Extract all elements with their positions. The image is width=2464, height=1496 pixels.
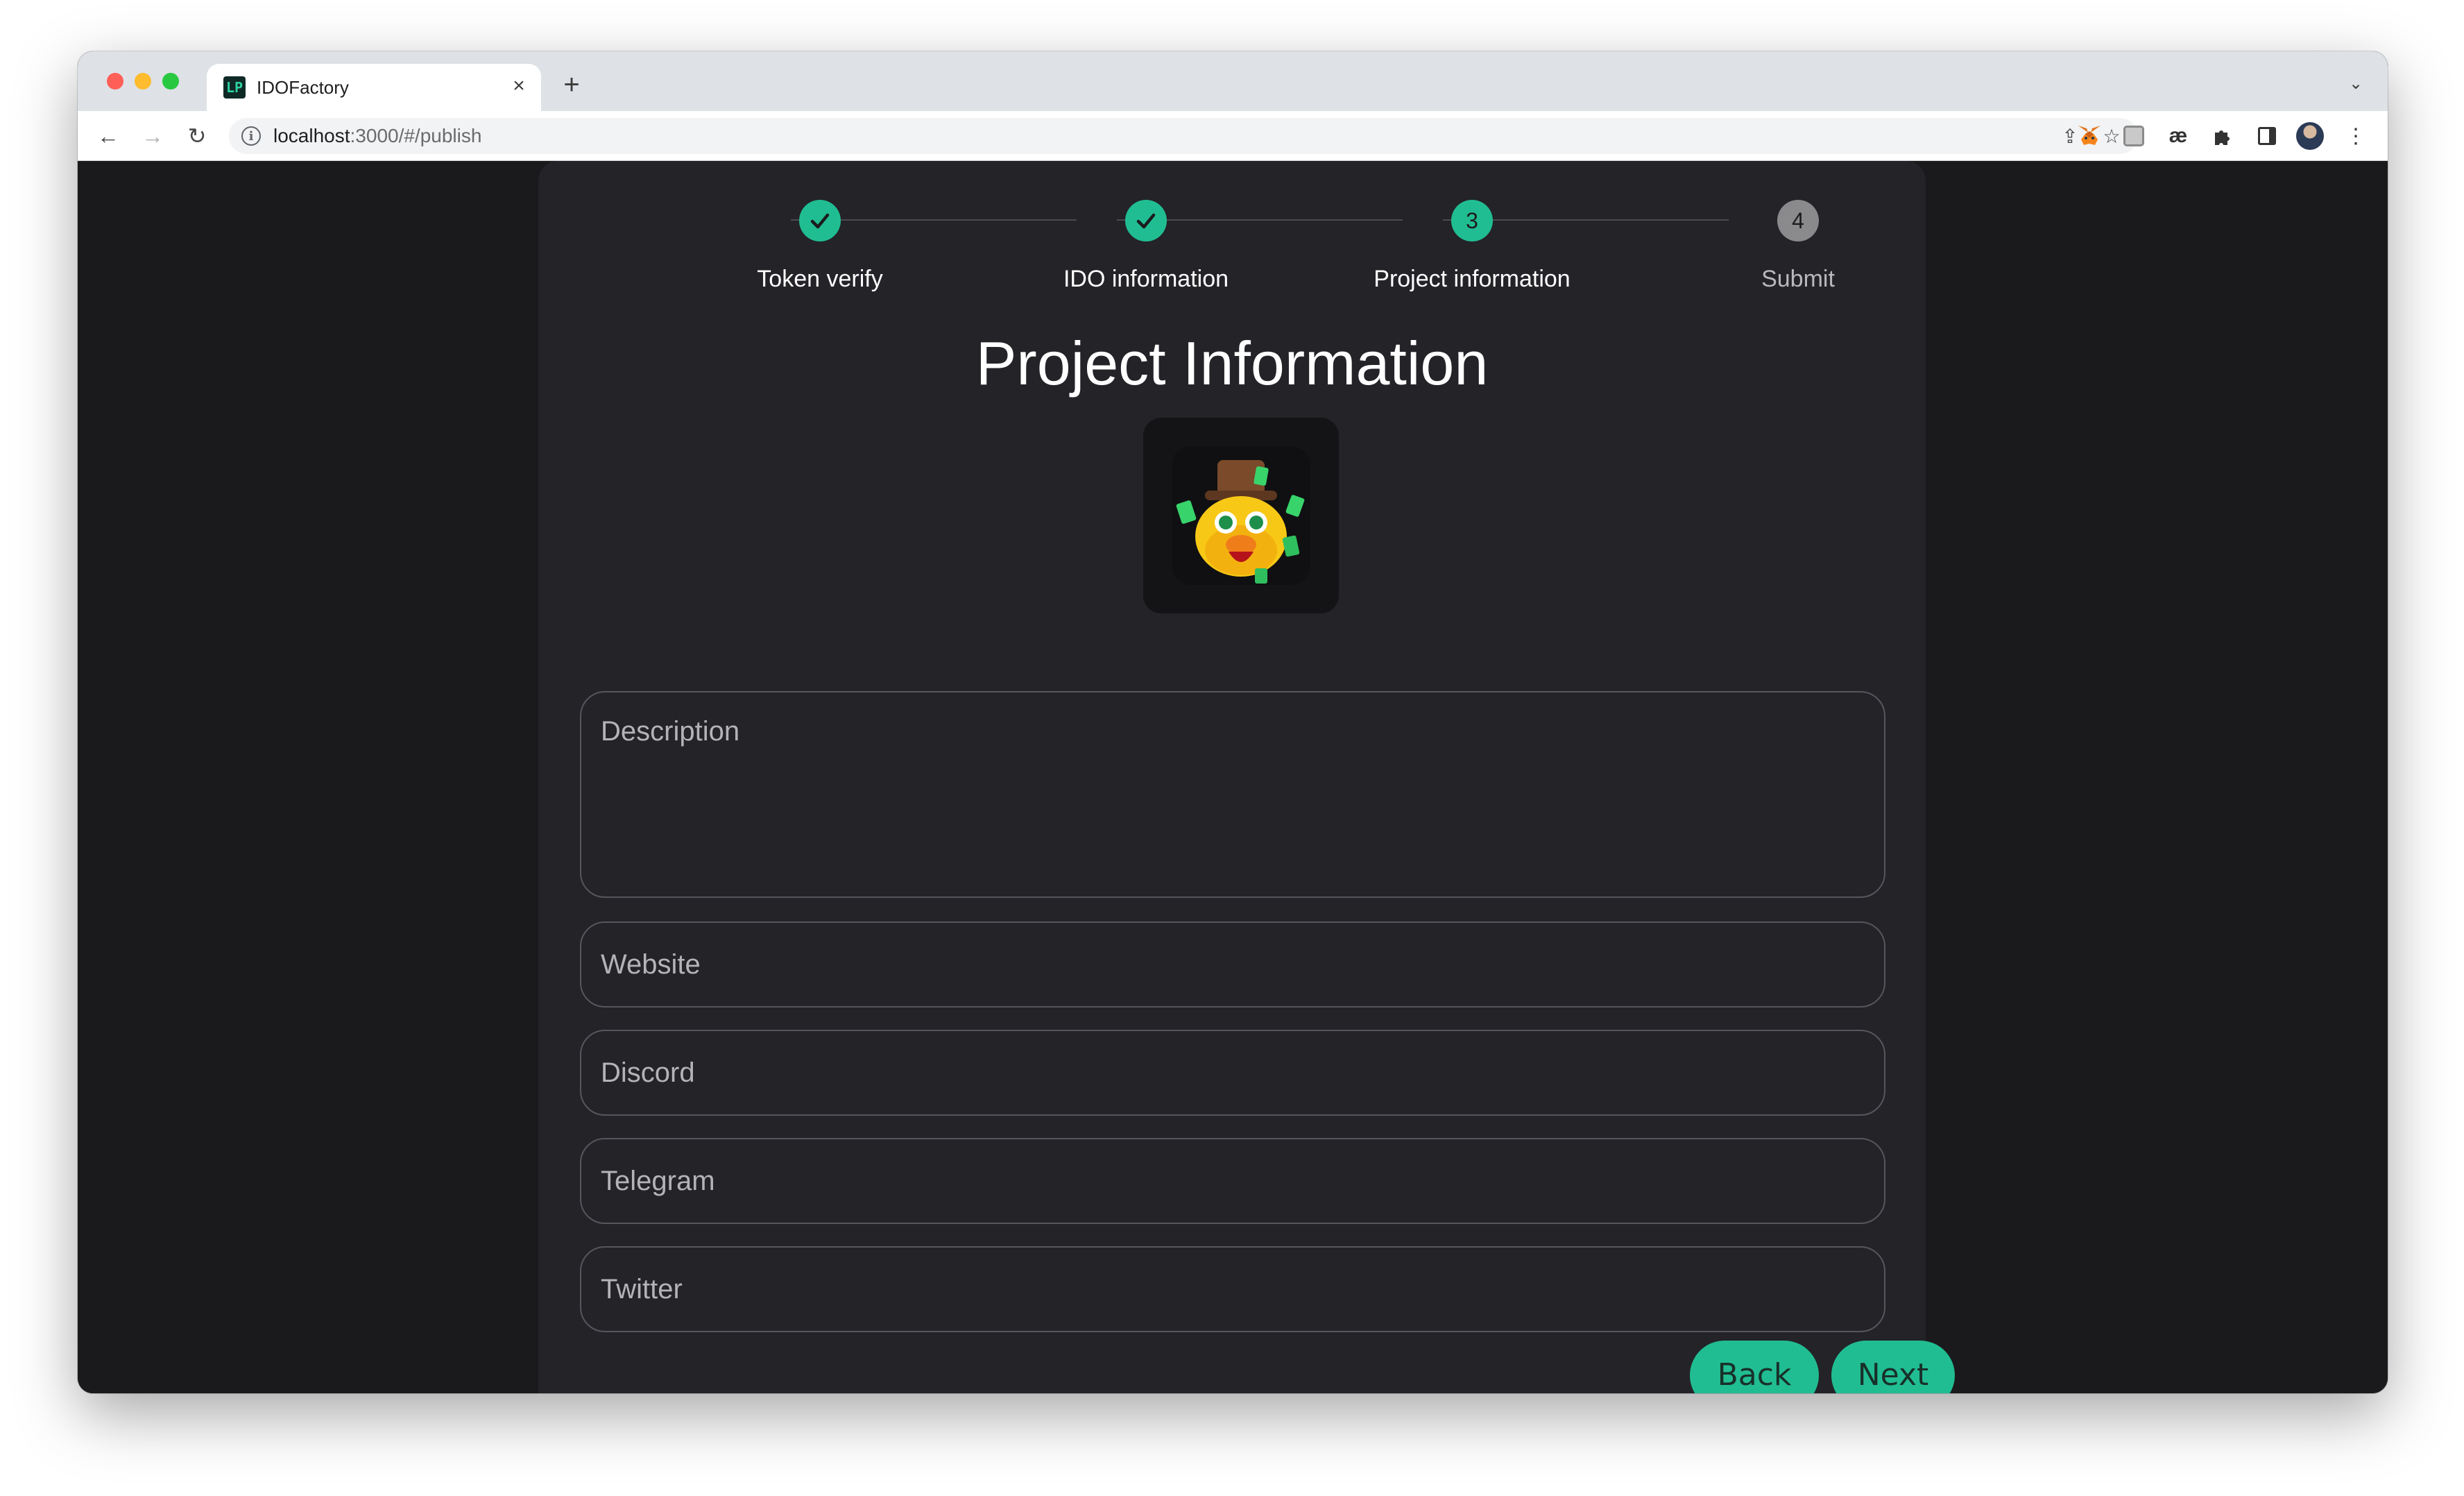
step-3-number: 3	[1451, 200, 1493, 241]
site-info-icon[interactable]: i	[241, 126, 261, 146]
maximize-window-button[interactable]	[162, 73, 179, 90]
browser-tab[interactable]: LP IDOFactory ×	[207, 64, 541, 111]
new-tab-icon[interactable]: +	[556, 69, 587, 100]
puzzle-icon[interactable]	[2207, 121, 2238, 151]
browser-toolbar: ← → ↻ i localhost:3000/#/publish ⇪ ☆ æ ⋮	[78, 111, 2388, 161]
page-title: Project Information	[975, 329, 1489, 398]
close-tab-icon[interactable]: ×	[506, 74, 531, 99]
discord-input[interactable]	[581, 1031, 1884, 1114]
minimize-window-button[interactable]	[135, 73, 151, 90]
address-bar[interactable]: i localhost:3000/#/publish ⇪ ☆	[229, 118, 2138, 154]
kebab-menu-icon[interactable]: ⋮	[2341, 121, 2371, 151]
project-logo-upload[interactable]	[1143, 418, 1339, 613]
description-field[interactable]	[580, 691, 1885, 898]
next-button[interactable]: Next	[1831, 1341, 1955, 1393]
tab-search-chevron-icon[interactable]: ⌄	[2342, 69, 2370, 97]
page-content: 3 4 Token verify IDO information Project…	[78, 161, 2388, 1393]
step-4-number: 4	[1777, 200, 1819, 241]
discord-field[interactable]	[580, 1030, 1885, 1116]
side-panel-icon[interactable]	[2252, 121, 2282, 151]
step-label-submit: Submit	[1761, 266, 1835, 292]
back-arrow-icon[interactable]: ←	[92, 119, 125, 153]
website-field[interactable]	[580, 921, 1885, 1008]
favicon-icon: LP	[223, 76, 246, 99]
tab-title: IDOFactory	[257, 77, 349, 98]
step-label-token-verify: Token verify	[757, 266, 883, 292]
url-host: localhost	[273, 125, 350, 146]
telegram-input[interactable]	[581, 1139, 1884, 1223]
close-window-button[interactable]	[107, 73, 123, 90]
description-input[interactable]	[581, 692, 1884, 896]
url-text[interactable]: localhost:3000/#/publish	[273, 126, 481, 146]
step-1-done-check-icon	[799, 200, 841, 241]
ae-extension-icon[interactable]: æ	[2163, 121, 2193, 151]
twitter-input[interactable]	[581, 1248, 1884, 1331]
step-label-project-information: Project information	[1374, 266, 1571, 292]
website-input[interactable]	[581, 923, 1884, 1006]
profile-avatar[interactable]	[2295, 121, 2325, 151]
reload-icon[interactable]: ↻	[180, 119, 214, 153]
stepper: 3 4 Token verify IDO information Project…	[538, 161, 1926, 300]
url-path: :3000/#/publish	[350, 125, 482, 146]
twitter-field[interactable]	[580, 1246, 1885, 1332]
forward-arrow-icon[interactable]: →	[136, 119, 169, 153]
tab-strip: LP IDOFactory × + ⌄	[78, 51, 2388, 111]
step-label-ido-information: IDO information	[1063, 266, 1229, 292]
form-card: 3 4 Token verify IDO information Project…	[538, 161, 1955, 1393]
project-logo-image	[1172, 446, 1310, 585]
telegram-field[interactable]	[580, 1138, 1885, 1224]
ghost-extension-icon[interactable]	[2119, 121, 2149, 151]
step-2-done-check-icon	[1125, 200, 1167, 241]
metamask-icon[interactable]	[2074, 121, 2105, 151]
back-button[interactable]: Back	[1690, 1341, 1819, 1393]
browser-window: LP IDOFactory × + ⌄ ← → ↻ i localhost:30…	[78, 51, 2388, 1393]
